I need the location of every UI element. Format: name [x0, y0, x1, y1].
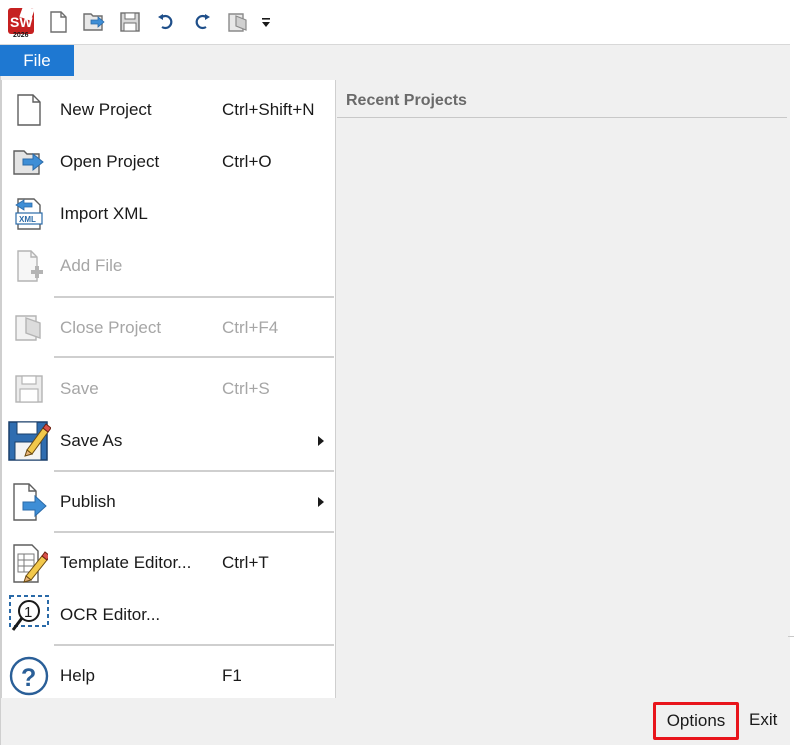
exit-button[interactable]: Exit — [749, 710, 777, 730]
recent-projects-title: Recent Projects — [346, 92, 467, 109]
file-backstage: New Project Ctrl+Shift+N Open Project Ct… — [0, 76, 790, 698]
logo-year: 2026 — [13, 32, 29, 38]
undo-icon[interactable] — [148, 4, 184, 40]
help-icon-text: ? — [21, 664, 36, 692]
options-button[interactable]: Options — [653, 702, 739, 740]
menu-item-label: Add File — [60, 256, 123, 275]
add-file-icon — [8, 246, 50, 286]
menu-item-label: Open Project — [60, 152, 160, 171]
customize-dropdown-icon[interactable] — [256, 4, 276, 40]
menu-item-label: Publish — [60, 492, 116, 511]
recent-projects-divider — [337, 117, 787, 118]
new-project-icon — [8, 90, 50, 130]
menu-separator — [54, 470, 334, 472]
save-icon[interactable] — [112, 4, 148, 40]
menu-item-save[interactable]: Save Ctrl+S — [2, 363, 335, 415]
menu-item-close-project[interactable]: Close Project Ctrl+F4 — [2, 302, 335, 354]
menu-item-label: Import XML — [60, 204, 148, 223]
menu-item-publish[interactable]: Publish — [2, 476, 335, 528]
quick-access-toolbar: SW 2026 — [0, 0, 794, 44]
submenu-arrow-icon — [318, 436, 324, 446]
menu-item-label: Save — [60, 379, 99, 398]
window-edge — [790, 44, 794, 751]
help-icon: ? — [8, 656, 50, 696]
menu-item-add-file[interactable]: Add File — [2, 240, 335, 292]
menu-item-open-project[interactable]: Open Project Ctrl+O — [2, 136, 335, 188]
ocr-icon-text: 1 — [24, 604, 32, 621]
backstage-footer: Options Exit — [0, 698, 790, 745]
menu-item-new-project[interactable]: New Project Ctrl+Shift+N — [2, 84, 335, 136]
divider — [788, 636, 794, 637]
open-project-icon — [8, 142, 50, 182]
menu-separator — [54, 356, 334, 358]
app-logo-icon[interactable]: SW 2026 — [4, 4, 40, 40]
submenu-arrow-icon — [318, 497, 324, 507]
menu-item-ocr-editor[interactable]: 1 OCR Editor... — [2, 589, 335, 641]
publish-icon — [8, 482, 50, 522]
menu-item-shortcut: Ctrl+T — [222, 553, 269, 572]
menu-separator — [54, 296, 334, 298]
menu-item-import-xml[interactable]: XML Import XML — [2, 188, 335, 240]
menu-item-label: Help — [60, 666, 95, 685]
open-icon[interactable] — [76, 4, 112, 40]
recent-projects-panel: Recent Projects — [337, 80, 789, 698]
logo-text: SW — [10, 14, 33, 30]
tab-file[interactable]: File — [0, 45, 74, 77]
redo-icon[interactable] — [184, 4, 220, 40]
menu-separator — [54, 531, 334, 533]
file-menu: New Project Ctrl+Shift+N Open Project Ct… — [1, 80, 336, 698]
save-icon — [8, 369, 50, 409]
import-xml-icon: XML — [8, 194, 50, 234]
menu-separator — [54, 644, 334, 646]
template-editor-icon — [8, 543, 50, 583]
menu-item-shortcut: Ctrl+O — [222, 152, 272, 171]
window-edge — [0, 745, 794, 751]
menu-item-label: New Project — [60, 100, 152, 119]
menu-item-label: Template Editor... — [60, 553, 192, 572]
menu-item-label: Close Project — [60, 318, 162, 337]
xml-icon-text: XML — [19, 215, 36, 224]
menu-item-shortcut: Ctrl+F4 — [222, 318, 279, 337]
new-icon[interactable] — [40, 4, 76, 40]
menu-item-label: OCR Editor... — [60, 605, 161, 624]
close-project-icon[interactable] — [220, 4, 256, 40]
menu-item-save-as[interactable]: Save As — [2, 415, 335, 467]
menu-item-label: Save As — [60, 431, 123, 450]
menu-item-shortcut: Ctrl+Shift+N — [222, 100, 315, 119]
ribbon-tab-bar: File — [0, 44, 790, 77]
menu-item-template-editor[interactable]: Template Editor... Ctrl+T — [2, 537, 335, 589]
close-project-icon — [8, 308, 50, 348]
menu-item-shortcut: Ctrl+S — [222, 379, 270, 398]
menu-item-shortcut: F1 — [222, 666, 242, 685]
save-as-icon — [4, 417, 52, 465]
menu-item-help[interactable]: ? Help F1 — [2, 650, 335, 702]
ocr-editor-icon: 1 — [6, 591, 52, 639]
